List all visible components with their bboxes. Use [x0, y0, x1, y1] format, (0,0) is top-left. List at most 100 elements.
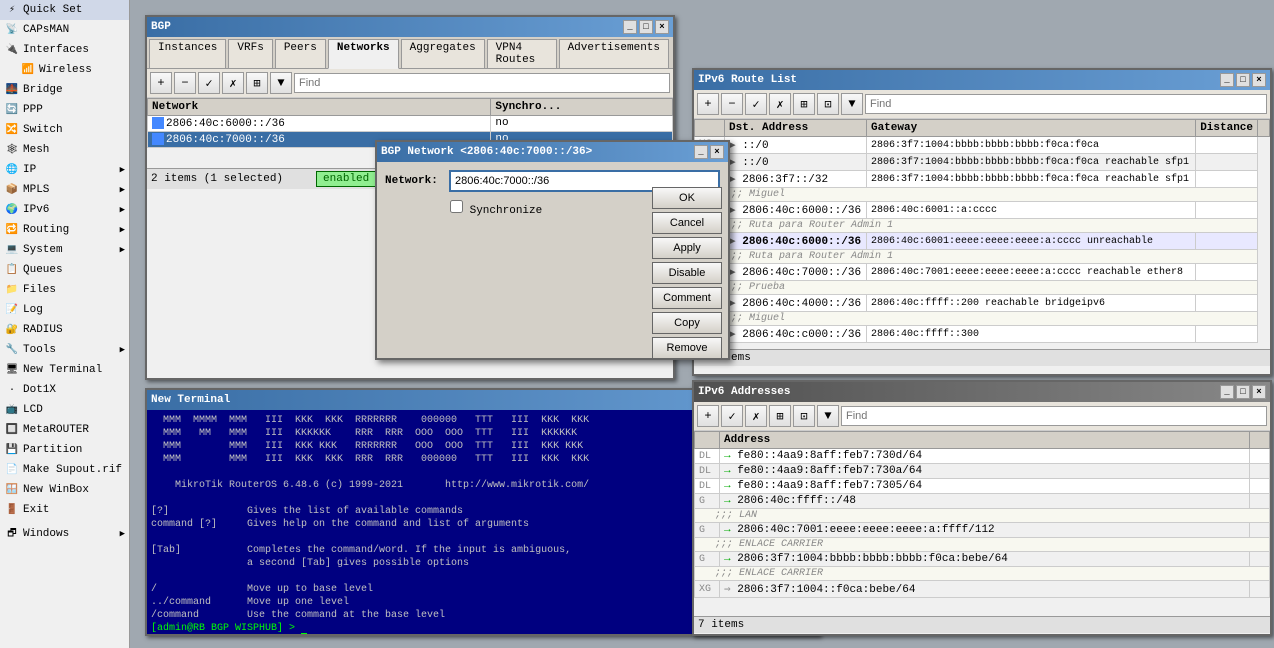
ipv6-addr-enable-btn[interactable]: ✓ [721, 405, 743, 427]
ipv6-route-minimize-btn[interactable]: _ [1220, 73, 1234, 87]
sidebar-item-switch[interactable]: 🔀 Switch [0, 120, 129, 140]
ipv6-addr-find-input[interactable] [841, 406, 1267, 426]
ipv6-addr-toolbar: + ✓ ✗ ⊞ ⊡ ▼ [694, 402, 1270, 431]
table-row[interactable]: XS ▶ 2806:40c:6000::/36 2806:40c:6001::a… [695, 202, 1270, 219]
add-btn[interactable]: + [150, 72, 172, 94]
sidebar-item-mesh[interactable]: 🕸 Mesh [0, 140, 129, 160]
sidebar-item-dot1x[interactable]: · Dot1X [0, 380, 129, 400]
disable-btn[interactable]: Disable [652, 262, 722, 284]
dialog-minimize-btn[interactable]: _ [694, 145, 708, 159]
table-row[interactable]: DL → fe80::4aa9:8aff:feb7:730a/64 [695, 464, 1270, 479]
tab-peers[interactable]: Peers [275, 39, 326, 68]
log-icon: 📝 [4, 302, 20, 318]
switch-icon: 🔀 [4, 122, 20, 138]
ipv6-addr-minimize-btn[interactable]: _ [1220, 385, 1234, 399]
sidebar-item-wireless[interactable]: 📶 Wireless [0, 60, 129, 80]
sidebar-item-new-terminal[interactable]: 🖥 New Terminal [0, 360, 129, 380]
bgp-close-btn[interactable]: × [655, 20, 669, 34]
sidebar-item-files[interactable]: 📁 Files [0, 280, 129, 300]
ipv6-add-btn[interactable]: + [697, 93, 719, 115]
table-row[interactable]: G → 2806:40c:7001:eeee:eeee:eeee:a:ffff/… [695, 523, 1270, 538]
sidebar-item-new-winbox[interactable]: 🪟 New WinBox [0, 480, 129, 500]
sidebar-item-capsman[interactable]: 📡 CAPsMAN [0, 20, 129, 40]
sidebar-item-quick-set[interactable]: ⚡ Quick Set [0, 0, 129, 20]
sidebar-item-metarouter[interactable]: 🔲 MetaROUTER [0, 420, 129, 440]
bgp-maximize-btn[interactable]: □ [639, 20, 653, 34]
copy-btn[interactable]: ⊞ [246, 72, 268, 94]
ipv6-find-input[interactable] [865, 94, 1267, 114]
tab-networks[interactable]: Networks [328, 39, 399, 69]
apply-btn[interactable]: Apply [652, 237, 722, 259]
sidebar-item-bridge[interactable]: 🌉 Bridge [0, 80, 129, 100]
ok-btn[interactable]: OK [652, 187, 722, 209]
ipv6-addr-disable-btn[interactable]: ✗ [745, 405, 767, 427]
bgp-find-input[interactable] [294, 73, 670, 93]
sidebar-item-make-supout[interactable]: 📄 Make Supout.rif [0, 460, 129, 480]
sidebar-item-mpls[interactable]: 📦 MPLS ▶ [0, 180, 129, 200]
remove-btn[interactable]: Remove [652, 337, 722, 359]
dialog-close-btn[interactable]: × [710, 145, 724, 159]
bgp-network-dialog-title: BGP Network <2806:40c:7000::/36> _ × [377, 142, 728, 162]
ipv6-route-window: IPv6 Route List _ □ × + − ✓ ✗ ⊞ ⊡ ▼ [692, 68, 1272, 376]
sidebar-item-radius[interactable]: 🔐 RADIUS [0, 320, 129, 340]
ipv6-settings-btn[interactable]: ⊡ [817, 93, 839, 115]
ipv6-enable-btn[interactable]: ✓ [745, 93, 767, 115]
table-row[interactable]: DL → fe80::4aa9:8aff:feb7:730d/64 [695, 449, 1270, 464]
table-row[interactable]: DL → fe80::4aa9:8aff:feb7:7305/64 [695, 479, 1270, 494]
table-row-label: ;;; Prueba [695, 281, 1270, 295]
ipv6-disable-btn[interactable]: ✗ [769, 93, 791, 115]
filter-btn[interactable]: ▼ [270, 72, 292, 94]
bgp-minimize-btn[interactable]: _ [623, 20, 637, 34]
ipv6-route-close-btn[interactable]: × [1252, 73, 1266, 87]
sidebar-item-tools[interactable]: 🔧 Tools ▶ [0, 340, 129, 360]
ipv6-addr-settings-btn[interactable]: ⊡ [793, 405, 815, 427]
sidebar-item-exit[interactable]: 🚪 Exit [0, 500, 129, 520]
ipv6-addr-maximize-btn[interactable]: □ [1236, 385, 1250, 399]
sidebar-item-log[interactable]: 📝 Log [0, 300, 129, 320]
table-row[interactable]: AS ▶ 2806:40c:7000::/36 2806:40c:7001:ee… [695, 264, 1270, 281]
table-row[interactable]: 2806:40c:6000::/36 no [148, 116, 673, 132]
ipv6-remove-btn[interactable]: − [721, 93, 743, 115]
table-row[interactable]: DAb ▶ ::/0 2806:3f7:1004:bbbb:bbbb:bbbb:… [695, 154, 1270, 171]
winbox-icon: 🪟 [4, 482, 20, 498]
table-row[interactable]: DAb ▶ 2806:3f7::/32 2806:3f7:1004:bbbb:b… [695, 171, 1270, 188]
table-row[interactable]: G → 2806:40c:ffff::/48 [695, 494, 1270, 509]
synchronize-checkbox[interactable] [450, 200, 463, 213]
sidebar-item-lcd[interactable]: 📺 LCD [0, 400, 129, 420]
table-row[interactable]: XG ⇒ 2806:3f7:1004::f0ca:bebe/64 [695, 581, 1270, 598]
tab-advertisements[interactable]: Advertisements [559, 39, 669, 68]
enable-btn[interactable]: ✓ [198, 72, 220, 94]
ipv6-addr-add-btn[interactable]: + [697, 405, 719, 427]
ipv6-addr-copy-btn[interactable]: ⊞ [769, 405, 791, 427]
disable-btn[interactable]: ✗ [222, 72, 244, 94]
sidebar-item-partition[interactable]: 💾 Partition [0, 440, 129, 460]
col-network: Network [148, 99, 491, 116]
sidebar-item-interfaces[interactable]: 🔌 Interfaces [0, 40, 129, 60]
table-row[interactable]: AS ▶ 2806:40c:4000::/36 2806:40c:ffff::2… [695, 295, 1270, 312]
sidebar-item-ip[interactable]: 🌐 IP ▶ [0, 160, 129, 180]
ipv6-filter-btn[interactable]: ▼ [841, 93, 863, 115]
tab-vpn4-routes[interactable]: VPN4 Routes [487, 39, 557, 68]
ipv6-addr-filter-btn[interactable]: ▼ [817, 405, 839, 427]
ipv6-route-maximize-btn[interactable]: □ [1236, 73, 1250, 87]
tab-aggregates[interactable]: Aggregates [401, 39, 485, 68]
sidebar-item-routing[interactable]: 🔁 Routing ▶ [0, 220, 129, 240]
cancel-btn[interactable]: Cancel [652, 212, 722, 234]
ipv6-addr-close-btn[interactable]: × [1252, 385, 1266, 399]
comment-btn[interactable]: Comment [652, 287, 722, 309]
sidebar-item-ppp[interactable]: 🔄 PPP [0, 100, 129, 120]
sidebar-item-queues[interactable]: 📋 Queues [0, 260, 129, 280]
table-row[interactable]: S ▶ 2806:40c:6000::/36 2806:40c:6001:eee… [695, 233, 1270, 250]
tab-vrfs[interactable]: VRFs [228, 39, 272, 68]
ipv6-copy-btn[interactable]: ⊞ [793, 93, 815, 115]
sidebar-item-system[interactable]: 💻 System ▶ [0, 240, 129, 260]
remove-btn[interactable]: − [174, 72, 196, 94]
table-row[interactable]: XS ▶ 2806:40c:c000::/36 2806:40c:ffff::3… [695, 326, 1270, 343]
network-label: Network: [385, 175, 445, 187]
table-row[interactable]: G → 2806:3f7:1004:bbbb:bbbb:bbbb:f0ca:be… [695, 552, 1270, 567]
sidebar-item-ipv6[interactable]: 🌍 IPv6 ▶ [0, 200, 129, 220]
table-row[interactable]: XS ▶ ::/0 2806:3f7:1004:bbbb:bbbb:bbbb:f… [695, 137, 1270, 154]
sidebar-item-windows[interactable]: 🗗 Windows ▶ [0, 524, 129, 544]
tab-instances[interactable]: Instances [149, 39, 226, 68]
copy-btn[interactable]: Copy [652, 312, 722, 334]
